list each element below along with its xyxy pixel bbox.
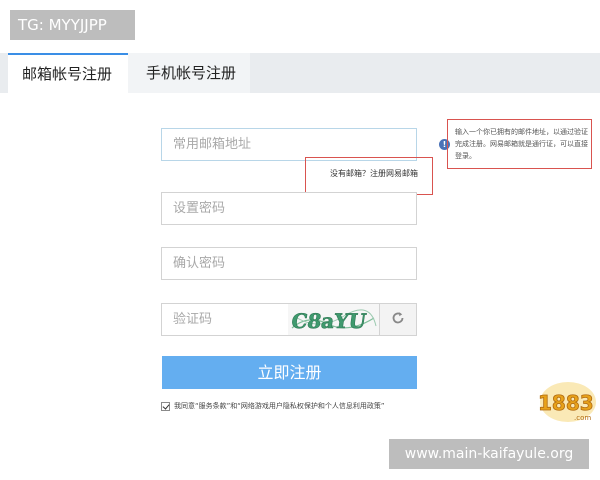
url-watermark: www.main-kaifayule.org [389,439,589,469]
captcha-image[interactable]: C8aYU [288,303,379,336]
tab-email-register[interactable]: 邮箱帐号注册 [8,53,128,93]
logo-text: 1883 [538,391,594,415]
captcha-code-text: C8aYU [290,309,368,333]
tg-watermark: TG: MYYJJPP [10,10,135,40]
captcha-input[interactable]: 验证码 [161,303,301,336]
refresh-icon [391,310,405,329]
register-netease-mail-link[interactable]: 没有邮箱？注册网易邮箱 [330,168,418,179]
register-submit-button[interactable]: 立即注册 [162,356,417,389]
email-hint-text: 输入一个你已拥有的邮件地址，以通过验证完成注册。网易邮箱就是通行证，可以直接登录… [455,128,588,160]
password-input[interactable]: 设置密码 [161,192,417,225]
site-logo-1883: 1883 .com [530,370,600,430]
agreement-checkbox[interactable] [161,401,170,411]
confirm-password-input[interactable]: 确认密码 [161,247,417,280]
tab-bar: 邮箱帐号注册 手机帐号注册 [0,53,600,93]
tab-phone-register[interactable]: 手机帐号注册 [128,53,250,93]
logo-sub: .com [574,414,591,422]
agreement-text: 我同意“服务条款”和“网络游戏用户隐私权保护和个人信息利用政策” [174,402,385,410]
captcha-refresh-button[interactable] [379,303,417,336]
agreement-row: 我同意“服务条款”和“网络游戏用户隐私权保护和个人信息利用政策” [161,400,385,412]
registration-page: TG: MYYJJPP 邮箱帐号注册 手机帐号注册 常用邮箱地址 没有邮箱？注册… [0,0,600,480]
